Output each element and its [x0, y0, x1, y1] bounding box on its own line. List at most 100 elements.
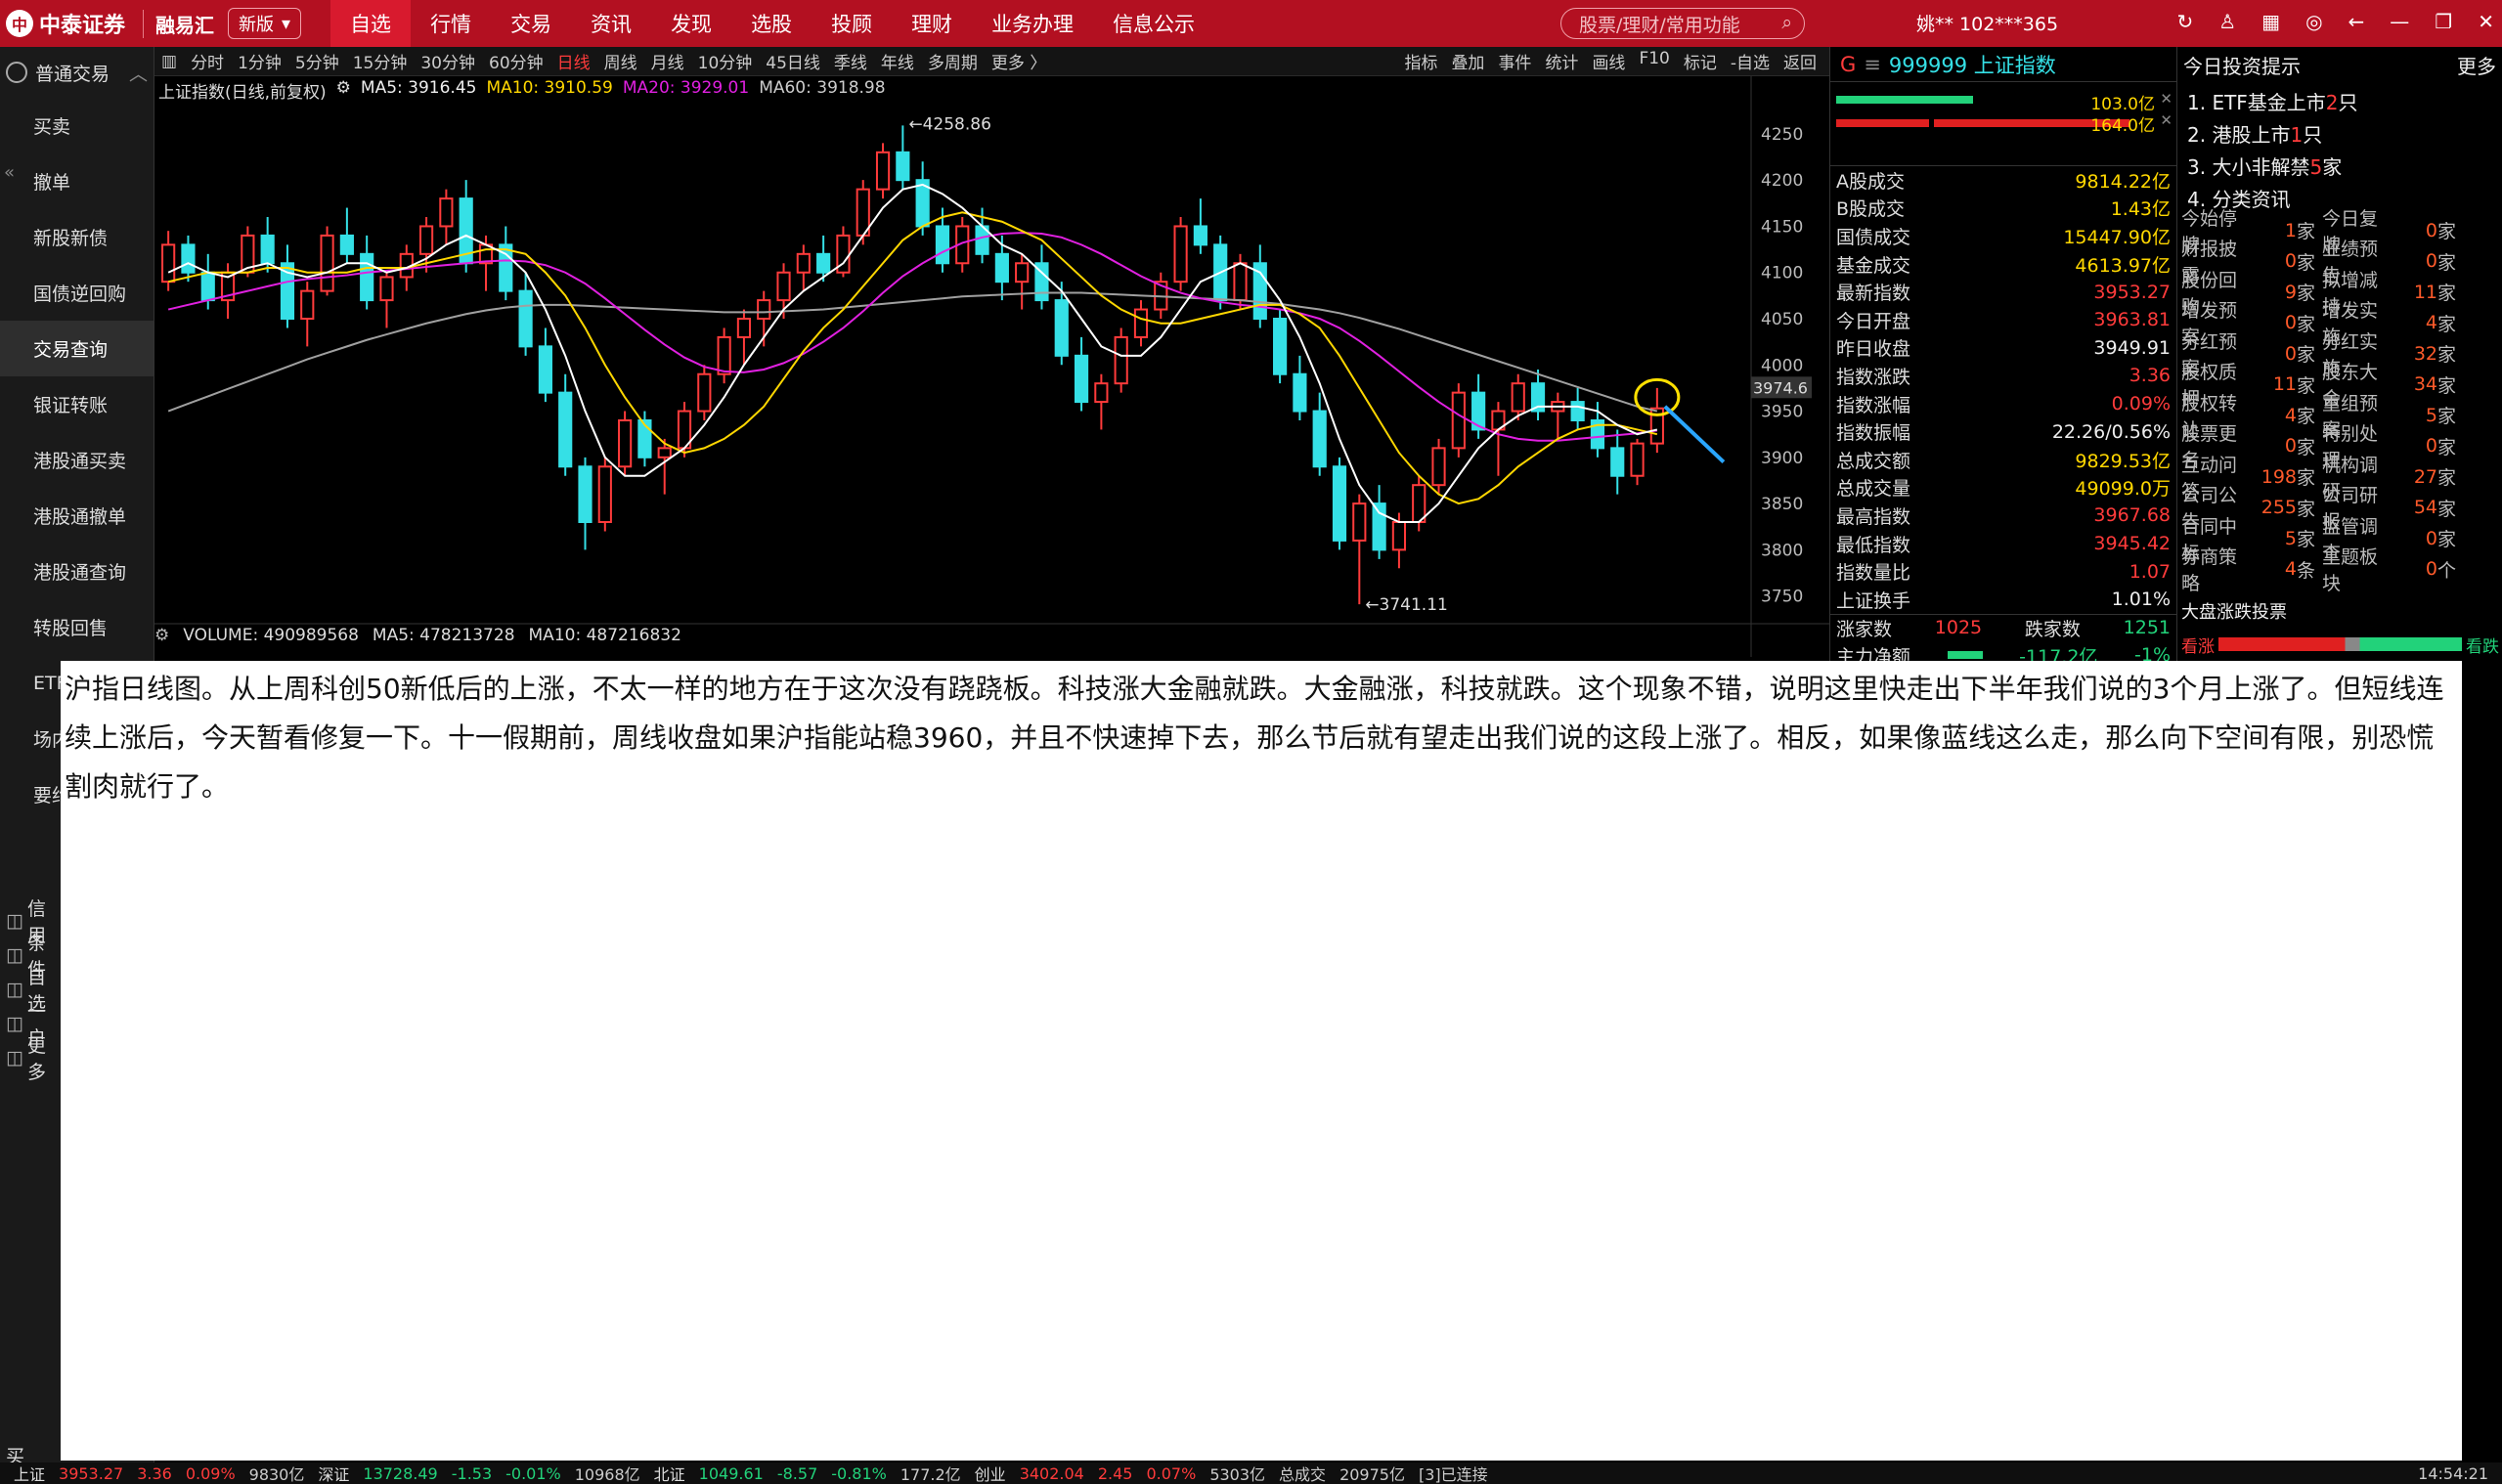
quote-row: 上证换手 1.01% — [1830, 586, 2176, 614]
sidebar-item[interactable]: 撤单 — [0, 153, 154, 209]
close-icon[interactable]: ✕ — [2160, 90, 2173, 108]
section-label: 普通交易 — [35, 63, 110, 85]
period-tab[interactable]: 月线 — [644, 49, 691, 73]
candle-body — [538, 345, 552, 394]
period-tab[interactable]: 季线 — [827, 49, 874, 73]
stat-cell: 0 — [2425, 558, 2437, 581]
sidebar-item[interactable]: 转股回售 — [0, 599, 154, 655]
period-tab[interactable]: 年线 — [874, 49, 921, 73]
nav-3[interactable]: 资讯 — [571, 0, 651, 47]
connection-status[interactable]: [3]已连接 — [1419, 1462, 1488, 1484]
menu-icon[interactable]: ≡ — [1864, 53, 1881, 76]
more-link[interactable]: 更多 — [2457, 51, 2496, 79]
shirt-icon[interactable]: ♙ — [2218, 10, 2236, 33]
sidebar-section-normal-trade[interactable]: 普通交易 ︿ — [0, 47, 154, 98]
breadth-vote[interactable]: 看涨 看跌 — [2177, 633, 2502, 657]
tip-item[interactable]: 1. ETF基金上市2只 — [2177, 83, 2502, 115]
collapse-icon[interactable]: « — [4, 162, 15, 183]
stat-cell: 家 — [2297, 313, 2316, 335]
period-tab[interactable]: 1分钟 — [231, 49, 288, 73]
grid-icon[interactable]: ▦ — [2261, 10, 2280, 33]
chart-tool[interactable]: 指标 — [1397, 49, 1444, 73]
chart-tool[interactable]: 叠加 — [1444, 49, 1491, 73]
nav-9[interactable]: 信息公示 — [1093, 0, 1214, 47]
target-icon[interactable]: ◎ — [2305, 10, 2322, 33]
candle-body — [439, 197, 454, 228]
chart-tool[interactable]: -自选 — [1724, 49, 1777, 73]
chart-tool[interactable]: F10 — [1632, 49, 1676, 73]
nav-6[interactable]: 投顾 — [812, 0, 892, 47]
quote-value: 22.26/0.56% — [2051, 420, 2171, 443]
quote-label: 上证换手 — [1836, 589, 1911, 612]
quote-row: 总成交量 49099.0万 — [1830, 474, 2176, 502]
period-tab[interactable]: 周线 — [597, 49, 644, 73]
layout-icon[interactable]: ▥ — [154, 52, 184, 71]
app-window: 中 中泰证券 融易汇 新版 ▾ 自选 行情 交易 资讯 发现 选股 投顾 理财 业务办理 信息公示… — [0, 0, 2502, 1484]
nav-1[interactable]: 行情 — [411, 0, 491, 47]
quote-label: 指数振幅 — [1836, 422, 1911, 445]
period-tab[interactable]: 30分钟 — [414, 49, 482, 73]
restore-icon[interactable]: ❐ — [2435, 10, 2452, 33]
quote-row: 最低指数 3945.42 — [1830, 530, 2176, 558]
sidebar-item[interactable]: 港股通买卖 — [0, 432, 154, 488]
period-tab[interactable]: 15分钟 — [346, 49, 415, 73]
chart-tool[interactable]: 事件 — [1491, 49, 1538, 73]
stat-cell: 54 — [2413, 497, 2437, 519]
settings-icon[interactable]: ⚙ — [336, 78, 351, 103]
chart-tool[interactable]: 统计 — [1538, 49, 1585, 73]
nav-0[interactable]: 自选 — [330, 0, 412, 47]
period-tab[interactable]: 更多 〉 — [985, 49, 1053, 73]
close-icon[interactable]: ✕ — [2478, 10, 2494, 33]
minimize-icon[interactable]: — — [2390, 10, 2409, 33]
close-icon[interactable]: ✕ — [2160, 111, 2173, 129]
quote-row: 指数涨幅 0.09% — [1830, 390, 2176, 418]
search-icon[interactable]: ⌕ — [1781, 12, 1792, 33]
sidebar-item[interactable]: 买卖 — [0, 98, 154, 153]
period-tab[interactable]: 45日线 — [759, 49, 827, 73]
quote-row: B股成交 1.43亿 — [1830, 195, 2176, 223]
sidebar-item[interactable]: 交易查询 — [0, 321, 154, 376]
refresh-icon[interactable]: ↻ — [2176, 10, 2193, 33]
y-tick-label: 4000 — [1761, 356, 1803, 375]
candle-body — [1094, 382, 1109, 404]
kline-chart[interactable]: 4250 4200 4150 4100 4050 4000 3950 3900 3850 3800… — [154, 76, 1829, 657]
nav-4[interactable]: 发现 — [651, 0, 731, 47]
nav-5[interactable]: 选股 — [731, 0, 812, 47]
period-tab[interactable]: 5分钟 — [288, 49, 346, 73]
tip-item[interactable]: 2. 港股上市1只 — [2177, 115, 2502, 148]
period-tab[interactable]: 日线 — [550, 49, 597, 73]
user-account[interactable]: 姚** 102***365 — [1916, 10, 2058, 36]
candle-body — [418, 225, 434, 255]
quote-row: 指数量比 1.07 — [1830, 557, 2176, 586]
sidebar-item[interactable]: 港股通查询 — [0, 544, 154, 599]
period-tab[interactable]: 分时 — [184, 49, 231, 73]
main-nav: 自选 行情 交易 资讯 发现 选股 投顾 理财 业务办理 信息公示 — [330, 0, 1214, 47]
tip-item[interactable]: 3. 大小非解禁5家 — [2177, 148, 2502, 180]
quote-panel: G ≡ 999999 上证指数 103.0亿 164.0亿 ✕ ✕ A股成交 98… — [1829, 47, 2176, 668]
version-dropdown[interactable]: 新版 ▾ — [228, 8, 302, 39]
tip-unit: 只 — [2303, 123, 2323, 147]
candle-body — [379, 276, 394, 302]
period-tab[interactable]: 10分钟 — [691, 49, 760, 73]
sidebar-item[interactable]: 港股通撤单 — [0, 488, 154, 544]
sidebar-lower-item[interactable]: ◫ 更多 — [0, 1035, 59, 1083]
chart-tool[interactable]: 返回 — [1777, 49, 1823, 73]
chart-tool[interactable]: 标记 — [1677, 49, 1724, 73]
settings-icon[interactable]: ⚙ — [154, 626, 169, 645]
stat-row[interactable]: 券商策略 4 条主题板块 0 个 — [2177, 546, 2502, 594]
nav-2[interactable]: 交易 — [491, 0, 571, 47]
stat-cell: 家 — [2297, 251, 2316, 274]
nav-7[interactable]: 理财 — [892, 0, 972, 47]
sidebar-item[interactable]: 银证转账 — [0, 376, 154, 432]
nav-8[interactable]: 业务办理 — [972, 0, 1093, 47]
status-sz: -1.53 — [451, 1463, 493, 1483]
back-icon[interactable]: ← — [2348, 10, 2365, 33]
sidebar-item[interactable]: 国债逆回购 — [0, 265, 154, 321]
period-tab[interactable]: 60分钟 — [482, 49, 550, 73]
sidebar-item[interactable]: 新股新债 — [0, 209, 154, 265]
candle-body — [1114, 335, 1128, 385]
search-input[interactable]: 股票/理财/常用功能 ⌕ — [1560, 8, 1805, 39]
chart-tool[interactable]: 画线 — [1585, 49, 1632, 73]
period-tab[interactable]: 多周期 — [921, 49, 985, 73]
status-cy: 3402.04 — [1019, 1463, 1084, 1483]
